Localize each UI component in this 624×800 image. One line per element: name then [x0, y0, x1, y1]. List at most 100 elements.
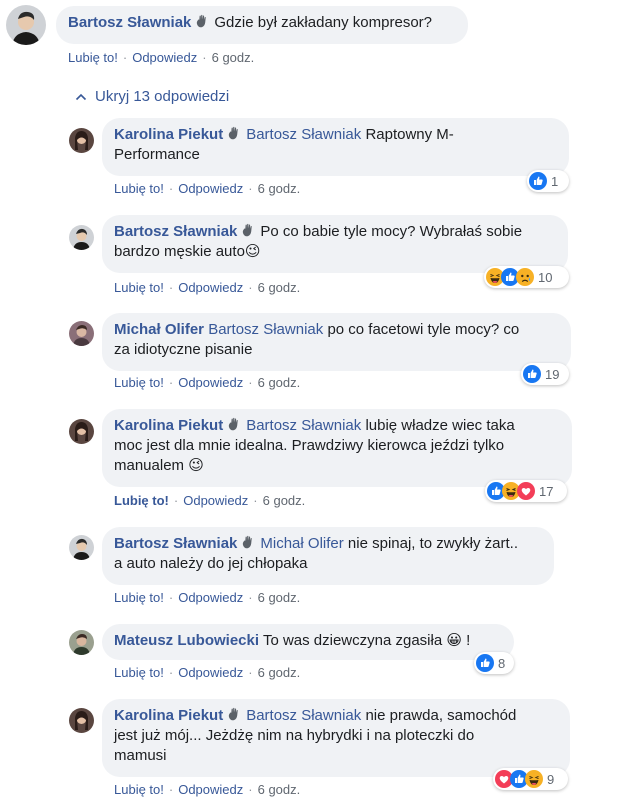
haha-reaction-icon: [525, 770, 543, 788]
waving-hand-badge-icon: [226, 416, 242, 432]
like-reaction-icon: [523, 365, 541, 383]
waving-hand-badge-icon: [226, 706, 242, 722]
mention-link[interactable]: Bartosz Sławniak: [208, 321, 323, 338]
mention-link[interactable]: Bartosz Sławniak: [246, 126, 361, 143]
wink-emoji: 😉: [244, 243, 261, 260]
reaction-count: 17: [539, 483, 554, 499]
reply-button[interactable]: Odpowiedz: [183, 493, 248, 508]
reply-actions: Lubię to! · Odpowiedz · 6 godz.: [114, 665, 301, 680]
avatar[interactable]: [69, 321, 94, 346]
avatar[interactable]: [69, 419, 94, 444]
hide-replies-toggle[interactable]: Ukryj 13 odpowiedzi: [75, 88, 229, 105]
like-button[interactable]: Lubię to!: [114, 493, 169, 508]
comment-actions: Lubię to! · Odpowiedz · 6 godz.: [68, 50, 255, 65]
reaction-summary[interactable]: 17: [485, 480, 567, 502]
waving-hand-badge-icon: [194, 13, 210, 29]
reaction-summary[interactable]: 19: [521, 363, 569, 385]
like-button[interactable]: Lubię to!: [68, 50, 118, 65]
reply-author[interactable]: Karolina Piekut: [114, 126, 223, 143]
reply-button[interactable]: Odpowiedz: [132, 50, 197, 65]
timestamp[interactable]: 6 godz.: [258, 590, 301, 605]
comment-text: Gdzie był zakładany kompresor?: [214, 14, 432, 31]
avatar[interactable]: [69, 535, 94, 560]
reply-text: !: [466, 632, 471, 649]
timestamp[interactable]: 6 godz.: [212, 50, 255, 65]
reply-button[interactable]: Odpowiedz: [178, 375, 243, 390]
mention-link[interactable]: Bartosz Sławniak: [246, 707, 361, 724]
reply-text: nie prawda, samochód: [365, 707, 517, 724]
reply-text: a auto należy do jej chłopaka: [114, 555, 308, 572]
grinning-emoji: 😀: [446, 632, 462, 649]
reply-actions: Lubię to! · Odpowiedz · 6 godz.: [114, 590, 301, 605]
like-button[interactable]: Lubię to!: [114, 590, 164, 605]
reply-author[interactable]: Karolina Piekut: [114, 417, 223, 434]
comment-bubble: Bartosz Sławniak Gdzie był zakładany komp…: [56, 6, 468, 44]
like-reaction-icon: [529, 172, 547, 190]
waving-hand-badge-icon: [226, 125, 242, 141]
hide-replies-label: Ukryj 13 odpowiedzi: [95, 88, 230, 105]
waving-hand-badge-icon: [240, 534, 256, 550]
avatar[interactable]: [6, 5, 46, 45]
reply-bubble: Karolina Piekut Bartosz Sławniak nie praw…: [102, 699, 570, 777]
timestamp[interactable]: 6 godz.: [258, 375, 301, 390]
avatar[interactable]: [69, 630, 94, 655]
reply-text: nie spinaj, to zwykły żart..: [347, 535, 518, 552]
reply-actions: Lubię to! · Odpowiedz · 6 godz.: [114, 493, 306, 508]
reaction-summary[interactable]: 8: [474, 652, 514, 674]
reply-button[interactable]: Odpowiedz: [178, 782, 243, 797]
like-button[interactable]: Lubię to!: [114, 665, 164, 680]
reply-text: jest już mój... Jeżdżę nim na hybrydki i…: [114, 727, 475, 744]
reaction-count: 8: [498, 655, 506, 671]
reply-text: To was dziewczyna zgasiła: [262, 632, 443, 649]
reply-button[interactable]: Odpowiedz: [178, 280, 243, 295]
reply-actions: Lubię to! · Odpowiedz · 6 godz.: [114, 181, 301, 196]
mention-link[interactable]: Michał Olifer: [260, 535, 343, 552]
reaction-count: 10: [538, 269, 553, 285]
reply-actions: Lubię to! · Odpowiedz · 6 godz.: [114, 280, 301, 295]
reply-button[interactable]: Odpowiedz: [178, 590, 243, 605]
like-button[interactable]: Lubię to!: [114, 782, 164, 797]
reply-bubble: Karolina Piekut Bartosz Sławniak lubię wł…: [102, 409, 572, 487]
like-button[interactable]: Lubię to!: [114, 375, 164, 390]
reply-author[interactable]: Bartosz Sławniak: [114, 223, 237, 240]
sad-reaction-icon: [516, 268, 534, 286]
reply-button[interactable]: Odpowiedz: [178, 665, 243, 680]
reply-text: Performance: [114, 146, 200, 163]
wink-emoji: 😉: [188, 457, 204, 474]
reaction-summary[interactable]: 1: [527, 170, 569, 192]
reply-bubble: Bartosz Sławniak Michał Olifer nie spinaj…: [102, 527, 554, 585]
reply-bubble: Karolina Piekut Bartosz Sławniak Raptowny…: [102, 118, 569, 176]
reaction-summary[interactable]: 9: [493, 768, 568, 790]
timestamp[interactable]: 6 godz.: [263, 493, 306, 508]
reply-text: mamusi: [114, 747, 167, 764]
reply-text: moc jest dla mnie idealna. Prawdziwy kie…: [114, 437, 505, 454]
timestamp[interactable]: 6 godz.: [258, 665, 301, 680]
mention-link[interactable]: Bartosz Sławniak: [246, 417, 361, 434]
like-button[interactable]: Lubię to!: [114, 280, 164, 295]
reply-author[interactable]: Mateusz Lubowiecki: [114, 632, 259, 649]
timestamp[interactable]: 6 godz.: [258, 782, 301, 797]
reaction-summary[interactable]: 10: [484, 266, 569, 288]
reaction-count: 1: [551, 173, 559, 189]
love-reaction-icon: [517, 482, 535, 500]
reply-actions: Lubię to! · Odpowiedz · 6 godz.: [114, 375, 301, 390]
reply-text: po co facetowi tyle mocy? co: [327, 321, 520, 338]
comment-author[interactable]: Bartosz Sławniak: [68, 14, 191, 31]
reply-author[interactable]: Michał Olifer: [114, 321, 204, 338]
reaction-count: 19: [545, 366, 560, 382]
timestamp[interactable]: 6 godz.: [258, 280, 301, 295]
reply-text: lubię władze wiec taka: [365, 417, 515, 434]
reply-actions: Lubię to! · Odpowiedz · 6 godz.: [114, 782, 301, 797]
reply-bubble: Michał Olifer Bartosz Sławniak po co fac…: [102, 313, 571, 371]
reply-button[interactable]: Odpowiedz: [178, 181, 243, 196]
reply-author[interactable]: Karolina Piekut: [114, 707, 223, 724]
avatar[interactable]: [69, 128, 94, 153]
avatar[interactable]: [69, 708, 94, 733]
reply-author[interactable]: Bartosz Sławniak: [114, 535, 237, 552]
like-button[interactable]: Lubię to!: [114, 181, 164, 196]
timestamp[interactable]: 6 godz.: [258, 181, 301, 196]
reply-bubble: Mateusz Lubowiecki To was dziewczyna zga…: [102, 624, 514, 660]
avatar[interactable]: [69, 225, 94, 250]
like-reaction-icon: [476, 654, 494, 672]
reaction-count: 9: [547, 771, 555, 787]
